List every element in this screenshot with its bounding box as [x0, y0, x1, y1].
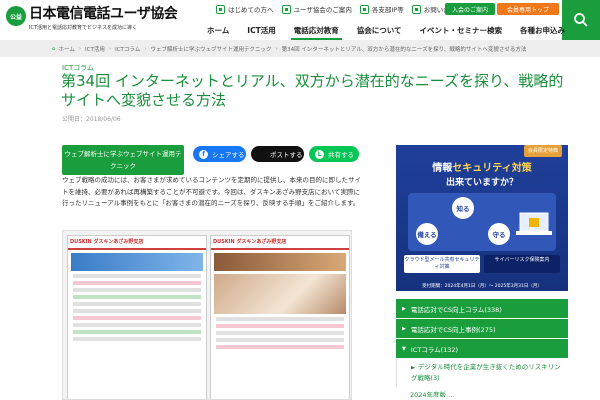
chevron-right-icon: › — [144, 45, 147, 52]
line-icon: L — [315, 149, 324, 159]
breadcrumb-column[interactable]: ICTコラム — [115, 45, 140, 53]
sidebar-item-ict-column[interactable]: ▼ ICTコラム(132) — [396, 338, 568, 358]
new-site-screenshot: DUSKIN ダスキンあざみ野支店 — [210, 235, 350, 399]
nav-home[interactable]: ホーム — [198, 24, 238, 40]
share-line-button[interactable]: L 共有する — [309, 146, 359, 162]
ad-period: 受付期間：2024年4月1日（月）～ 2025年3月31日（月） — [422, 284, 542, 289]
page-icon — [216, 4, 225, 14]
ad-members-tag: 会員限定特典 — [523, 145, 562, 157]
breadcrumb-current: 第34回 インターネットとリアル、双方から潜在的なニーズを探り、戦略的サイトへ変… — [281, 46, 527, 53]
breadcrumb: ⌂ ホーム › ICT活用 › ICTコラム › ウェブ解析士に学ぶウェブサイト… — [0, 40, 600, 57]
ad-circle-protect: 守る — [488, 223, 510, 245]
ad-box-cloud-mail: クラウド型メール共有セキュリティ対策 — [404, 255, 480, 273]
series-tag[interactable]: ウェブ解析士に学ぶウェブサイト運用テクニック — [62, 145, 184, 175]
utility-links: はじめての方へ ユーザ協会のご案内 各支部IP等 お問い合わせ — [216, 4, 463, 14]
sidebar-category-list: ▶ 電話応対でCS向上コラム(338) ▶ 電話応対でCS向上事例(275) ▼ IC… — [396, 298, 568, 397]
caret-right-icon: ▶ — [402, 305, 406, 312]
home-icon: ⌂ — [52, 45, 56, 52]
article-intro: ウェブ戦略の成功には、お客さまが求めているコンテンツを定期的に提供し、本来の目的… — [62, 176, 361, 207]
main-nav: ホーム ICT活用 電話応対教育 協会について イベント・セミナー検索 各種お申… — [198, 24, 574, 40]
ad-circle-know: 知る — [452, 197, 474, 219]
old-site-header: DUSKIN ダスキンあざみ野支店 — [68, 236, 206, 250]
logo-name: 日本電信電話ユーザ協会 — [29, 6, 178, 22]
util-link-beginner[interactable]: はじめての方へ — [216, 4, 274, 14]
util-link-guide[interactable]: ユーザ協会のご案内 — [281, 4, 352, 14]
site-header: 公益 日本電信電話ユーザ協会 ICT活用と電話応対教育でビジネスを成功に導く は… — [0, 0, 600, 40]
chevron-right-icon: › — [108, 45, 112, 52]
chevron-right-icon: › — [78, 45, 82, 52]
ad-circle-prepare: 備える — [416, 223, 438, 245]
util-link-branches[interactable]: 各支部IP等 — [359, 4, 404, 14]
nav-applications[interactable]: 各種お申込み — [511, 24, 574, 40]
chevron-right-icon: › — [275, 45, 278, 52]
facebook-icon: f — [199, 149, 208, 159]
nav-ict[interactable]: ICT活用 — [238, 24, 284, 40]
share-x-button[interactable]: 𝕏 ポストする — [251, 146, 304, 162]
ad-title: 情報セキュリティ対策 — [432, 163, 532, 174]
sidebar-item-cs-column[interactable]: ▶ 電話応対でCS向上コラム(338) — [396, 298, 568, 318]
security-ad-banner[interactable]: 会員限定特典 情報セキュリティ対策 出来ていますか？ 知る 備える 守る クラウ… — [396, 145, 568, 291]
share-facebook-button[interactable]: f シェアする — [193, 146, 246, 162]
article-title: 第34回 インターネットとリアル、双方から潜在的なニーズを探り、戦略的サイトへ変… — [61, 72, 564, 109]
breadcrumb-series[interactable]: ウェブ解析士に学ぶウェブサイト運用テクニック — [150, 45, 271, 53]
new-site-header: DUSKIN ダスキンあざみ野支店 — [211, 236, 349, 250]
old-site-screenshot: DUSKIN ダスキンあざみ野支店 — [67, 235, 207, 399]
caret-right-icon: ▶ — [411, 365, 415, 371]
info-icon — [281, 4, 291, 14]
nav-about[interactable]: 協会について — [348, 24, 411, 40]
breadcrumb-home[interactable]: ホーム — [59, 45, 75, 53]
search-icon — [574, 13, 588, 27]
nav-phone-education[interactable]: 電話応対教育 — [285, 24, 348, 40]
building-icon — [359, 4, 369, 14]
sidebar-item-cs-cases[interactable]: ▶ 電話応対でCS向上事例(275) — [396, 318, 568, 338]
ad-box-cyber-insurance: サイバーリスク保険案内 — [484, 255, 560, 273]
association-mark-icon: 公益 — [6, 6, 26, 26]
ad-illustration: 知る 備える 守る — [408, 193, 556, 251]
breadcrumb-ict[interactable]: ICT活用 — [85, 45, 105, 53]
published-date: 公開日：2018/06/06 — [62, 116, 121, 123]
mail-icon — [411, 4, 421, 14]
ad-subtitle: 出来ていますか？ — [445, 178, 518, 188]
logo-tagline: ICT活用と電話応対教育でビジネスを成功に導く — [29, 25, 138, 31]
sidebar-subitem-next[interactable]: 2024年度版 ... — [396, 387, 568, 397]
member-top-button[interactable]: 会員専用トップ — [497, 3, 559, 15]
article-screenshot-image: DUSKIN ダスキンあざみ野支店 DUSKIN ダスキンあざみ野支店 — [62, 230, 352, 400]
sidebar-subitem-reskilling[interactable]: ▶ デジタル時代を企業が生き抜くためのリスキリング戦略(3) — [396, 358, 568, 387]
nav-events[interactable]: イベント・セミナー検索 — [410, 24, 511, 40]
caret-down-icon: ▼ — [402, 345, 406, 352]
laptop-icon — [516, 212, 552, 235]
caret-right-icon: ▶ — [402, 325, 406, 332]
x-logo-icon: 𝕏 — [258, 149, 265, 159]
site-logo[interactable]: 公益 日本電信電話ユーザ協会 ICT活用と電話応対教育でビジネスを成功に導く — [6, 6, 178, 31]
join-button[interactable]: 入会のご案内 — [445, 3, 495, 15]
